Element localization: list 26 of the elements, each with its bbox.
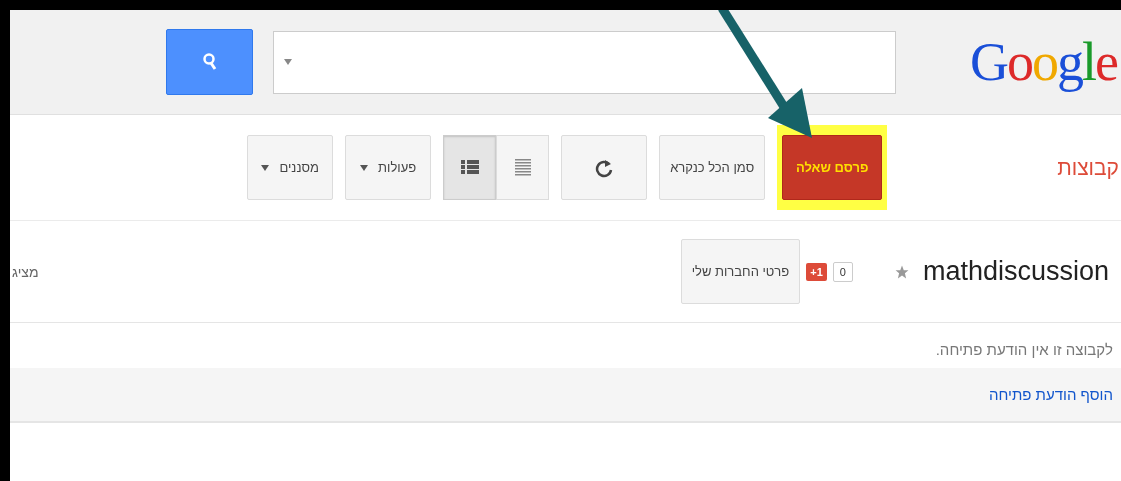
plus-one-count: 0 xyxy=(832,261,853,282)
add-welcome-link[interactable]: הוסף הודעת פתיחה xyxy=(988,386,1113,403)
groups-title: קבוצות xyxy=(1057,154,1120,181)
list-icon xyxy=(460,159,479,176)
refresh-icon xyxy=(595,157,614,178)
google-logo: Google xyxy=(970,31,1117,93)
caret-icon xyxy=(261,164,270,171)
compact-view-button[interactable] xyxy=(496,135,550,200)
caret-icon xyxy=(360,164,369,171)
caret-icon xyxy=(284,59,292,65)
post-question-button[interactable]: פרסם שאלה xyxy=(782,135,883,200)
search-field[interactable] xyxy=(273,30,896,94)
group-name: mathdiscussion xyxy=(922,256,1109,287)
search-icon xyxy=(202,53,217,71)
actions-menu-button[interactable]: פעולות xyxy=(345,135,432,200)
plus-one-button[interactable]: +1 xyxy=(806,262,827,281)
mark-all-read-button[interactable]: סמן הכל כנקרא xyxy=(659,135,766,200)
filters-menu-button[interactable]: מסננים xyxy=(247,135,334,200)
refresh-button[interactable] xyxy=(561,135,648,200)
showing-label: מציג xyxy=(12,263,39,280)
list-view-button[interactable] xyxy=(443,135,497,200)
search-button[interactable] xyxy=(166,29,253,95)
compact-list-icon xyxy=(514,158,531,177)
star-icon[interactable] xyxy=(894,264,909,279)
membership-button[interactable]: פרטי החברות שלי xyxy=(680,239,801,304)
welcome-message: לקבוצה זו אין הודעת פתיחה. xyxy=(934,340,1114,360)
